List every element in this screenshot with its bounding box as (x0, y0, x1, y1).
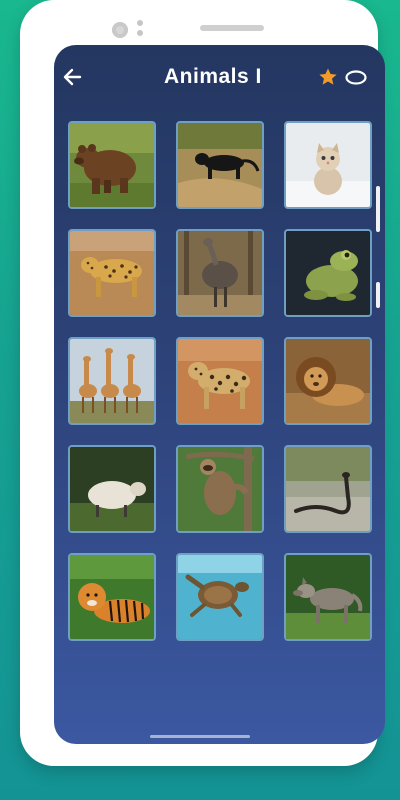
top-bar: Animals I (54, 45, 385, 107)
brown-bear-image (70, 123, 154, 207)
sensor-dot-icon (137, 30, 143, 36)
phone-frame: Animals I (20, 0, 385, 766)
frog-image (286, 231, 370, 315)
tile-tiger[interactable] (68, 553, 156, 641)
home-indicator (150, 735, 250, 738)
tile-snake[interactable] (284, 445, 372, 533)
star-icon (318, 67, 338, 87)
sea-turtle-image (178, 555, 262, 639)
sensor-dot-icon (137, 20, 143, 26)
tile-brown-bear[interactable] (68, 121, 156, 209)
tile-jaguar[interactable] (176, 337, 264, 425)
tile-frog[interactable] (284, 229, 372, 317)
animal-grid (68, 121, 372, 641)
emu-image (178, 231, 262, 315)
snake-image (286, 447, 370, 531)
sloth-image (178, 447, 262, 531)
wolf-image (286, 555, 370, 639)
volume-button (376, 282, 380, 308)
tile-emu[interactable] (176, 229, 264, 317)
tile-leopard[interactable] (68, 229, 156, 317)
sheep-image (70, 447, 154, 531)
tile-sheep[interactable] (68, 445, 156, 533)
tile-sloth[interactable] (176, 445, 264, 533)
tile-giraffes[interactable] (68, 337, 156, 425)
jaguar-image (178, 339, 262, 423)
tile-black-panther[interactable] (176, 121, 264, 209)
front-camera-icon (112, 22, 128, 38)
tiger-image (70, 555, 154, 639)
tile-sea-turtle[interactable] (176, 553, 264, 641)
app-screen: Animals I (54, 45, 385, 744)
leopard-image (70, 231, 154, 315)
kitten-image (286, 123, 370, 207)
lion-image (286, 339, 370, 423)
tile-wolf[interactable] (284, 553, 372, 641)
arrow-left-icon (63, 68, 82, 86)
back-button[interactable] (60, 64, 86, 90)
tile-lion[interactable] (284, 337, 372, 425)
power-button (376, 186, 380, 232)
earpiece-speaker (200, 25, 264, 31)
giraffes-image (70, 339, 154, 423)
page-title: Animals I (164, 65, 262, 88)
black-panther-image (178, 123, 262, 207)
tile-kitten[interactable] (284, 121, 372, 209)
ring-icon (344, 70, 368, 85)
